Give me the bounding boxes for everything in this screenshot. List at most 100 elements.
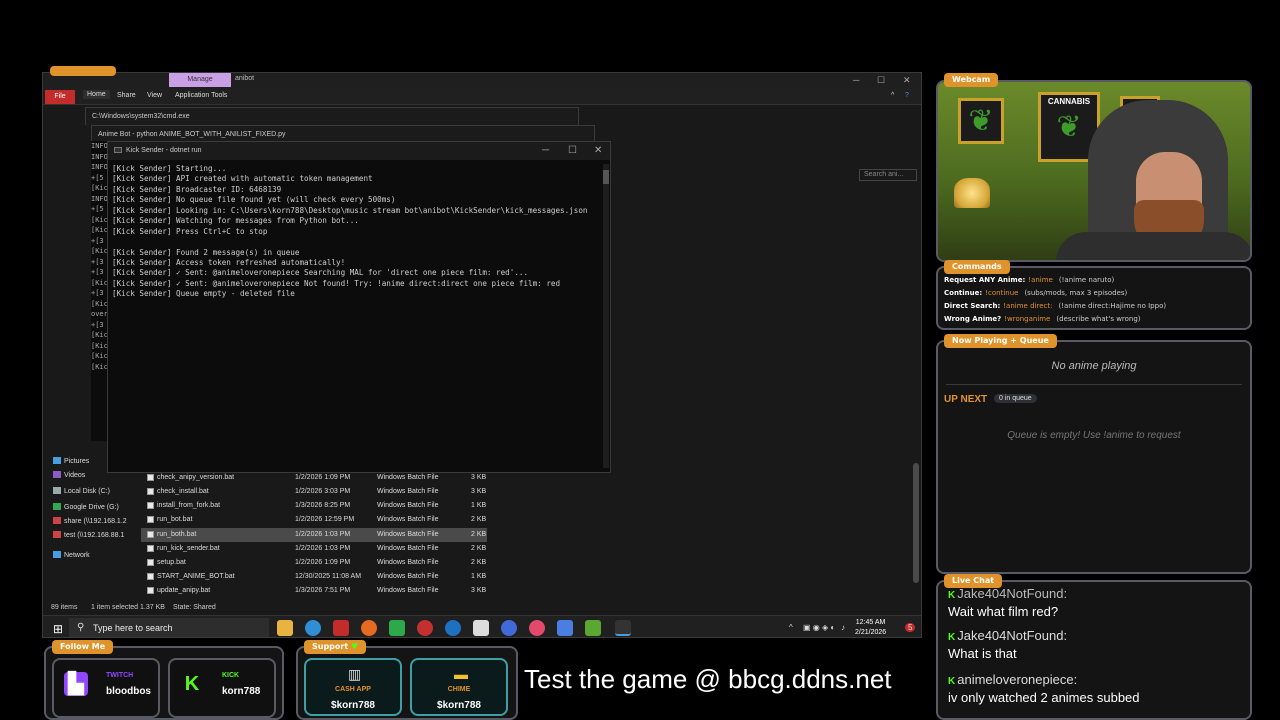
chat-username: K Jake404NotFound: xyxy=(948,628,1068,643)
help-icon[interactable]: ? xyxy=(905,92,909,99)
firefox-icon[interactable] xyxy=(361,620,377,636)
app-icon[interactable] xyxy=(389,620,405,636)
console-line: [Kick Sender] Watching for messages from… xyxy=(112,216,359,226)
chevron-up-icon[interactable]: ^ xyxy=(891,92,894,99)
app-icon[interactable] xyxy=(557,620,573,636)
console-line: [Kick Sender] Press Ctrl+C to stop xyxy=(112,226,268,236)
chat-username: K Jake404NotFound: xyxy=(948,586,1068,601)
file-row[interactable]: START_ANIME_BOT.bat 12/30/2025 11:08 AM Wi… xyxy=(141,570,487,584)
videos-icon xyxy=(53,471,61,478)
search-icon: ⚲ xyxy=(77,622,85,633)
file-size: 1 KB xyxy=(471,502,487,510)
chat-username: Kanimeloveronepiece: xyxy=(948,672,1078,687)
kick-sender-window[interactable]: Kick Sender - dotnet run ─ ☐ ✕ [Kick Sen… xyxy=(107,141,611,473)
kick-sender-title: Kick Sender - dotnet run xyxy=(108,142,610,160)
file-row[interactable]: check_install.bat 1/2/2026 3:03 PM Windows… xyxy=(141,485,487,499)
twitch-card[interactable]: ▙ TWITCH bloodbos xyxy=(52,658,160,718)
ribbon-home-tab[interactable]: Home xyxy=(83,90,110,99)
kick-card[interactable]: K KICK korn788 xyxy=(168,658,276,718)
file-size: 3 KB xyxy=(471,587,487,595)
file-row[interactable]: run_both.bat 1/2/2026 1:03 PM Windows Batc… xyxy=(141,527,487,542)
up-next-label: UP NEXT xyxy=(944,394,988,405)
app-icon[interactable] xyxy=(529,620,545,636)
search-input[interactable]: Search ani... xyxy=(859,169,917,181)
nav-item-google-drive[interactable]: Google Drive (G:) xyxy=(53,503,119,511)
command-row: Request ANY Anime: !anime (!anime naruto) xyxy=(944,276,1114,284)
ribbon-share-tab[interactable]: Share xyxy=(117,92,136,99)
batch-file-icon xyxy=(147,587,154,595)
file-date: 1/2/2026 3:03 PM xyxy=(295,488,351,496)
console-output: [Kick Sender] Starting... [Kick Sender] A… xyxy=(108,160,604,472)
taskbar-search[interactable]: ⚲ Type here to search xyxy=(69,618,269,637)
file-row[interactable]: check_anipy_version.bat 1/2/2026 1:09 PM W… xyxy=(141,471,487,485)
queue-count-badge: 0 in queue xyxy=(994,394,1037,403)
follow-label: Follow Me xyxy=(52,640,114,654)
close-icon[interactable]: ✕ xyxy=(594,142,602,160)
twitch-username: bloodbos xyxy=(106,686,151,697)
support-panel: ▥ CASH APP $korn788 ▬ CHIME $korn788 xyxy=(296,646,518,720)
now-playing-panel: No anime playing UP NEXT 0 in queue Queu… xyxy=(936,340,1252,574)
file-explorer-icon[interactable] xyxy=(277,620,293,636)
file-date: 1/2/2026 1:03 PM xyxy=(295,544,351,552)
command-row: Wrong Anime? !wronganime (describe what's … xyxy=(944,315,1141,323)
terminal-icon[interactable] xyxy=(615,620,631,636)
nav-item-local-disk[interactable]: Local Disk (C:) xyxy=(53,487,110,495)
file-name: update_anipy.bat xyxy=(157,587,211,595)
app-icon[interactable] xyxy=(333,620,349,636)
file-row[interactable]: run_bot.bat 1/2/2026 12:59 PM Windows Batc… xyxy=(141,513,487,527)
file-name: START_ANIME_BOT.bat xyxy=(157,573,235,581)
close-icon[interactable]: ✕ xyxy=(903,75,911,86)
notepad-icon[interactable] xyxy=(473,620,489,636)
chime-card[interactable]: ▬ CHIME $korn788 xyxy=(410,658,508,716)
file-row[interactable]: update_anipy.bat 1/3/2026 7:51 PM Windows … xyxy=(141,584,487,598)
minimize-icon[interactable]: ─ xyxy=(542,142,549,160)
kick-icon: K xyxy=(948,590,956,601)
cash-app-card[interactable]: ▥ CASH APP $korn788 xyxy=(304,658,402,716)
file-row[interactable]: run_kick_sender.bat 1/2/2026 1:03 PM Windo… xyxy=(141,542,487,556)
taskbar: ⊞ ⚲ Type here to search ^ ▣ ◉ ◈ ◐ ♪ 12:4… xyxy=(43,615,921,637)
chevron-up-icon[interactable]: ^ xyxy=(789,623,793,632)
console-line: [Kick Sender] No queue file found yet (w… xyxy=(112,195,396,205)
cmd-window[interactable]: C:\Windows\system32\cmd.exe xyxy=(85,107,579,126)
cmd-window-title: C:\Windows\system32\cmd.exe xyxy=(86,108,578,126)
manage-tab[interactable]: Manage xyxy=(169,73,231,87)
poster: ❦ xyxy=(958,98,1004,144)
file-row[interactable]: install_from_fork.bat 1/3/2026 8:25 PM Win… xyxy=(141,499,487,513)
batch-file-icon xyxy=(147,573,154,581)
notification-badge[interactable]: 5 xyxy=(905,623,916,632)
nav-item-test[interactable]: test (\\192.168.88.1 xyxy=(53,531,124,539)
file-size: 2 KB xyxy=(471,530,487,538)
nav-item-pictures[interactable]: Pictures xyxy=(53,457,89,465)
ribbon-file-tab[interactable]: File xyxy=(45,90,75,104)
file-row[interactable]: setup.bat 1/2/2026 1:09 PM Windows Batch F… xyxy=(141,556,487,570)
volume-icon[interactable]: ♪ xyxy=(841,623,845,632)
app-icon[interactable] xyxy=(501,620,517,636)
share-state: State: Shared xyxy=(173,604,216,611)
console-scrollbar[interactable] xyxy=(603,164,609,468)
windows-start-icon[interactable]: ⊞ xyxy=(53,622,63,636)
nav-item-videos[interactable]: Videos xyxy=(53,471,85,479)
console-scroll-thumb[interactable] xyxy=(603,170,609,184)
console-line: [Kick Sender] Access token refreshed aut… xyxy=(112,257,346,267)
command-desc: (!anime direct:Hajime no Ippo) xyxy=(1058,302,1167,310)
tray-icons[interactable]: ▣ ◉ ◈ ◐ xyxy=(803,623,835,632)
minimize-icon[interactable]: ─ xyxy=(853,75,859,85)
nav-item-network[interactable]: Network xyxy=(53,551,90,559)
obs-icon[interactable] xyxy=(417,620,433,636)
commands-label: Commands xyxy=(944,260,1010,274)
ribbon-application-tools-tab[interactable]: Application Tools xyxy=(175,92,227,99)
lamp xyxy=(954,178,990,208)
ribbon-view-tab[interactable]: View xyxy=(147,92,162,99)
app-icon[interactable] xyxy=(585,620,601,636)
nav-item-share[interactable]: share (\\192.168.1.2 xyxy=(53,517,127,525)
cash-app-handle: $korn788 xyxy=(331,700,375,711)
taskbar-clock[interactable]: 12:45 AM 2/21/2026 xyxy=(855,618,886,637)
file-size: 2 KB xyxy=(471,544,487,552)
edge-icon[interactable] xyxy=(305,620,321,636)
scrollbar[interactable] xyxy=(913,463,919,583)
app-icon[interactable] xyxy=(445,620,461,636)
maximize-icon[interactable]: ☐ xyxy=(568,142,577,160)
maximize-icon[interactable]: ☐ xyxy=(877,75,885,86)
command-cmd: !wronganime xyxy=(1004,315,1051,323)
file-name: install_from_fork.bat xyxy=(157,502,221,510)
